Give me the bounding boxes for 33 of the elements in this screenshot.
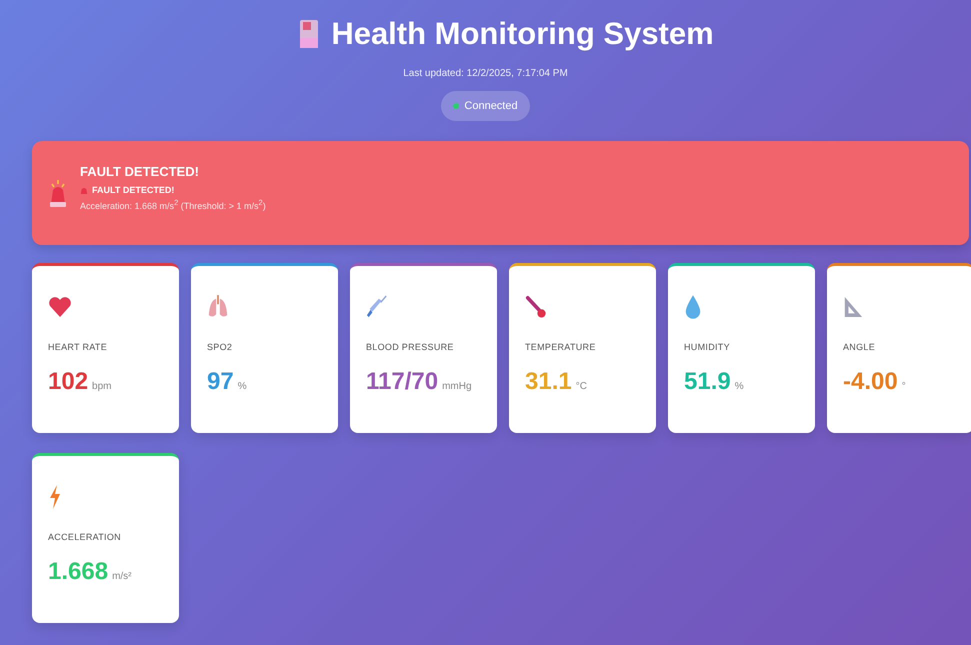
metric-label: ANGLE (843, 342, 876, 352)
metric-value: 31.1 (525, 368, 572, 396)
metric-label: HUMIDITY (684, 342, 731, 352)
syringe-icon (366, 294, 388, 320)
metric-value: 51.9 (684, 368, 731, 396)
alert-subtitle: FAULT DETECTED! (92, 184, 174, 194)
metric-unit: bpm (92, 381, 112, 392)
metric-value: -4.00 (843, 368, 898, 396)
metric-unit: ° (902, 381, 906, 392)
last-updated-text: Last updated: 12/2/2025, 7:17:04 PM (403, 68, 568, 79)
metric-label: TEMPERATURE (525, 342, 597, 352)
metric-label: HEART RATE (48, 342, 108, 352)
metric-unit: % (734, 381, 744, 392)
alert-title: FAULT DETECTED! (80, 164, 200, 178)
metric-label: SPO2 (207, 342, 234, 352)
metric-value: 1.668 (48, 558, 108, 586)
thermometer-icon (525, 294, 547, 320)
metric-unit: % (238, 381, 247, 392)
heart-icon (48, 296, 72, 318)
alert-message: Acceleration: 1.668 m/s$^{2}$ (Threshold: > 1 m/s$^{2}$) (80, 198, 266, 210)
metric-value: 102 (48, 368, 88, 396)
metric-label: ACCELERATION (48, 532, 122, 542)
lightning-icon (48, 484, 62, 510)
status-label: Connected (464, 100, 518, 112)
metric-unit: mmHg (442, 381, 472, 392)
metric-value: 97 (207, 368, 234, 396)
page-title: Health Monitoring System (331, 16, 714, 52)
siren-icon (48, 178, 68, 208)
metric-unit: °C (576, 381, 587, 392)
droplet-icon (684, 294, 702, 320)
metric-label: BLOOD PRESSURE (366, 342, 455, 352)
metric-value: 117/70 (366, 368, 438, 396)
metric-unit: m/s² (112, 571, 132, 582)
